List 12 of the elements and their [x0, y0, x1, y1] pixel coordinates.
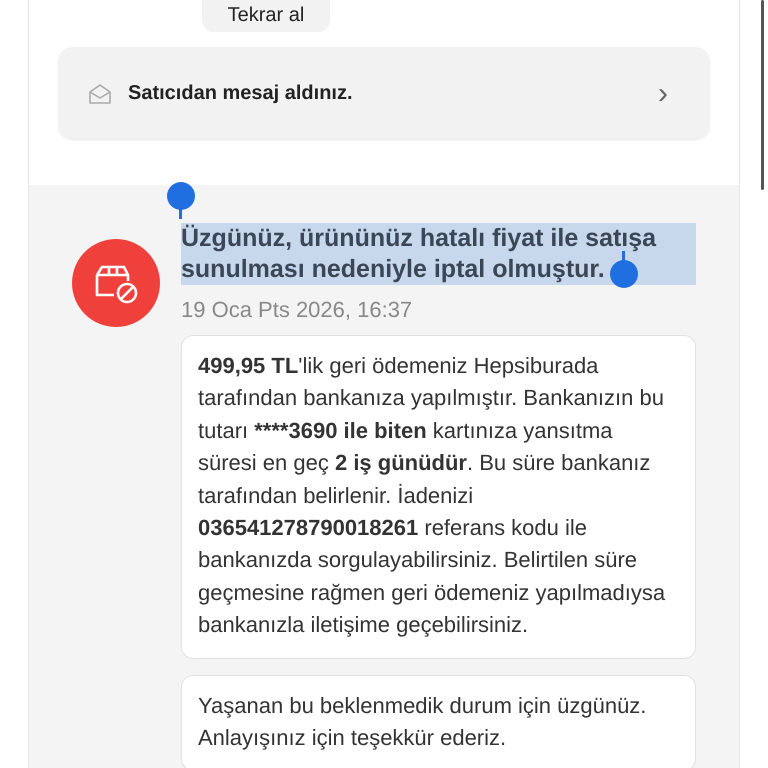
seller-message-row[interactable]: Satıcıdan mesaj aldınız. ›: [58, 47, 710, 140]
envelope-icon: [88, 82, 112, 104]
selection-start-handle[interactable]: [166, 181, 196, 219]
reorder-button[interactable]: Tekrar al: [202, 0, 330, 32]
cancelled-package-icon: [72, 239, 160, 327]
message-bubble: Yaşanan bu beklenmedik durum için üzgünüz. Anlayışınız için teşekkür ederiz.: [181, 674, 696, 768]
chevron-icon: ›: [658, 78, 668, 108]
cancellation-title: Üzgünüz, ürününüz hatalı fiyat ile satışa sunulması nedeniyle iptal olmuştur.: [181, 223, 696, 285]
message-bubble: 499,95 TL'lik geri ödemeniz Hepsiburada tarafından bankanıza yapılmıştır. Bankanızın bu tutarı ****3690 ile biten kartınıza yansıtma süresi en geç 2 iş günüdür. Bu süre bankanız tarafından belirlenir. İadenizi 036541278790018261 referans kodu ile bankanızda sorgulayabilirsiniz. Belirtilen süre geçmesine rağmen geri ödemeniz yapılmadıysa bankanızla iletişime geçebilirsiniz.: [181, 335, 696, 659]
timestamp: 19 Oca Pts 2026, 16:37: [181, 297, 414, 323]
selection-end-handle[interactable]: [609, 251, 639, 289]
seller-message-text: Satıcıdan mesaj aldınız.: [128, 82, 354, 105]
